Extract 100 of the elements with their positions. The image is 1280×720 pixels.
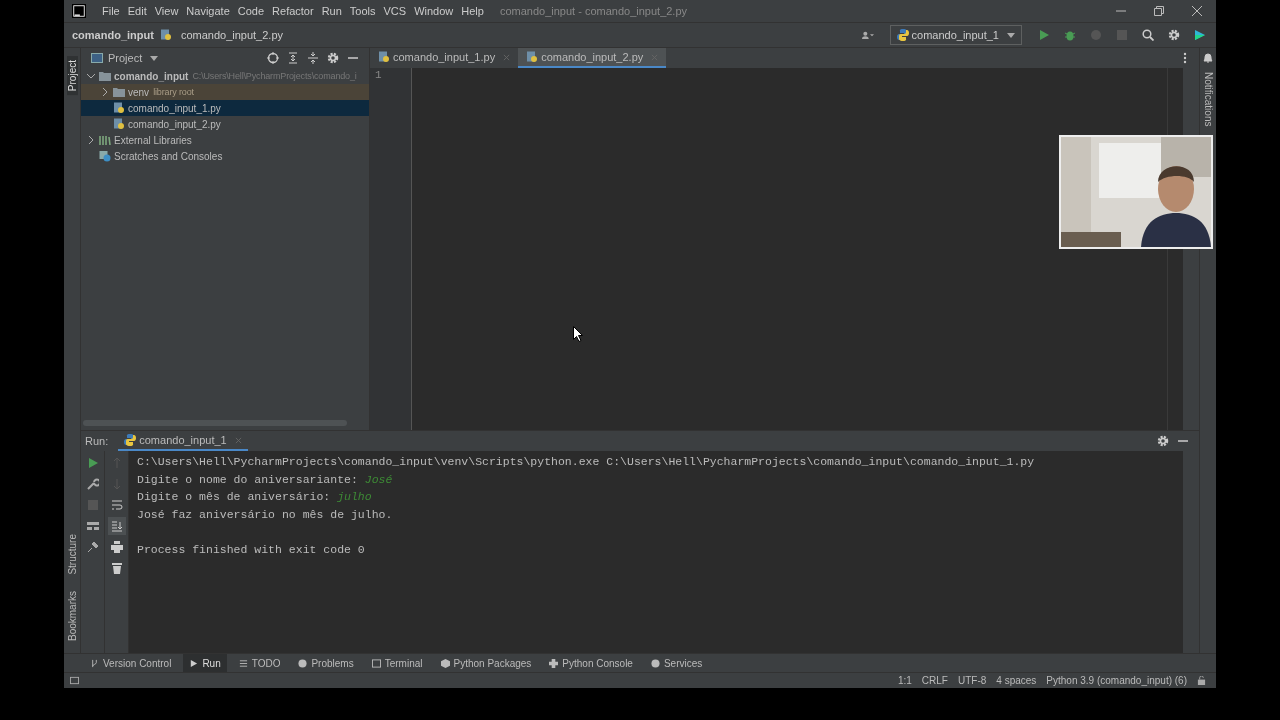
close-icon[interactable] [1192, 6, 1202, 16]
tool-window-tab[interactable]: TODO [232, 654, 287, 672]
run-icon[interactable] [1038, 29, 1050, 41]
wrap-icon[interactable] [110, 499, 123, 511]
cursor-icon [573, 326, 583, 342]
wrench-icon[interactable] [86, 478, 99, 490]
status-item[interactable]: CRLF [921, 675, 948, 686]
tree-item[interactable]: comando_input_2.py [81, 116, 369, 132]
collapse-all-icon[interactable] [307, 52, 319, 64]
panel-title: Run: [85, 435, 109, 447]
status-item[interactable]: Python 3.9 (comando_input) (6) [1046, 675, 1187, 686]
window-title: comando_input - comando_input_2.py [499, 5, 688, 17]
list-icon [238, 658, 248, 668]
tool-window-tab[interactable]: Services [644, 654, 709, 672]
caret-icon[interactable] [150, 55, 159, 61]
tool-window-label: Python Console [562, 657, 633, 669]
python-icon [124, 434, 137, 446]
tree-item[interactable]: comando_input C:\Users\Hell\PycharmProjects\comando_i [81, 68, 369, 84]
scratch-icon [99, 150, 111, 162]
tool-window-label: Python Packages [453, 657, 532, 669]
menu-item[interactable]: Window [410, 5, 458, 17]
menu-item[interactable]: View [150, 5, 183, 17]
status-item[interactable]: 1:1 [897, 675, 912, 686]
tool-window-label: Version Control [103, 657, 172, 669]
tool-window-tab[interactable]: Problems [292, 654, 360, 672]
folder-icon [113, 86, 125, 98]
lock-icon[interactable] [1197, 676, 1206, 685]
tool-window-button[interactable]: Project [66, 56, 78, 96]
trash-icon[interactable] [110, 562, 123, 574]
settings-icon[interactable] [1168, 29, 1180, 41]
tool-window-label: Services [663, 657, 703, 669]
settings-icon[interactable] [327, 52, 339, 64]
run-config-dropdown[interactable]: comando_input_1 [889, 25, 1022, 45]
folder-icon [99, 70, 111, 82]
menu-item[interactable]: Code [233, 5, 269, 17]
tool-window-tab[interactable]: Python Packages [434, 654, 538, 672]
tool-window-button[interactable]: Structure [66, 530, 78, 579]
tool-window-button[interactable]: Bookmarks [66, 587, 78, 645]
restore-icon[interactable] [1154, 6, 1164, 16]
print-icon[interactable] [110, 541, 123, 553]
python-file-icon [526, 51, 539, 63]
python-file-icon [113, 118, 125, 130]
tool-window-button[interactable]: Notifications [1202, 68, 1214, 131]
menu-item[interactable]: Help [457, 5, 488, 17]
tool-window-tab[interactable]: Terminal [365, 654, 429, 672]
tool-window-tab[interactable]: Python Console [543, 654, 639, 672]
bug-icon[interactable] [1064, 29, 1076, 41]
caret-icon [1007, 32, 1015, 38]
tree-item[interactable]: External Libraries [81, 132, 369, 148]
tree-item[interactable]: comando_input_1.py [81, 100, 369, 116]
menu-item[interactable]: Tools [345, 5, 380, 17]
scroll-to-end-icon[interactable] [110, 520, 123, 532]
tool-window-label: Problems [311, 657, 354, 669]
run-config-name: comando_input_1 [911, 29, 999, 41]
expand-all-icon[interactable] [287, 52, 299, 64]
python-file-icon [378, 51, 390, 63]
tab-label: comando_input_1.py [393, 51, 496, 63]
pin-icon[interactable] [86, 541, 99, 553]
tree-item[interactable]: Scratches and Consoles [81, 148, 369, 164]
python-file-icon [113, 102, 125, 114]
console-line: C:\Users\Hell\PycharmProjects\comando_input\venv\Scripts\python.exe C:\Users\Hell\PycharmProjects\comando_input\comando_input_1.py [137, 454, 1035, 470]
layout-icon[interactable] [70, 676, 79, 685]
plugin-logo-icon[interactable] [1194, 29, 1206, 41]
menu-item[interactable]: Run [317, 5, 346, 17]
editor-tab[interactable]: comando_input_2.py [518, 48, 667, 68]
menu-item[interactable]: Refactor [268, 5, 318, 17]
chevron-right-icon[interactable] [87, 136, 95, 144]
console-line: Process finished with exit code 0 [137, 541, 365, 558]
play-icon [189, 658, 199, 668]
search-icon[interactable] [1142, 29, 1154, 41]
window-icon [91, 52, 103, 64]
process-name: comando_input_1 [139, 434, 227, 446]
menu-item[interactable]: Navigate [182, 5, 234, 17]
breadcrumb-item[interactable]: comando_input_2.py [180, 29, 284, 41]
library-icon [99, 134, 111, 146]
locate-icon[interactable] [267, 52, 279, 64]
menu-item[interactable]: VCS [379, 5, 411, 17]
console-line: José faz aniversário no mês de julho. [137, 506, 393, 523]
status-item[interactable]: UTF-8 [958, 675, 987, 686]
settings-icon[interactable] [1157, 435, 1169, 447]
menu-item[interactable]: File [98, 5, 124, 17]
app-logo-icon [72, 4, 86, 18]
status-item[interactable]: 4 spaces [996, 675, 1037, 686]
panel-title[interactable]: Project [108, 52, 143, 64]
bell-icon[interactable] [1202, 52, 1214, 64]
tool-window-label: Run [202, 657, 221, 669]
breadcrumb-item[interactable]: comando_input [72, 29, 154, 41]
menu-item[interactable]: Edit [123, 5, 151, 17]
user-icon[interactable] [861, 29, 874, 41]
tool-window-tab[interactable]: Version Control [84, 654, 178, 672]
tool-window-tab[interactable]: Run [183, 654, 227, 672]
run-icon[interactable] [86, 457, 99, 469]
python-icon [896, 29, 909, 41]
chevron-down-icon[interactable] [87, 72, 95, 80]
tree-item[interactable]: venv library root [81, 84, 369, 100]
chevron-right-icon[interactable] [101, 88, 109, 96]
package-icon [440, 658, 450, 668]
layout-icon[interactable] [86, 520, 99, 532]
editor-tab[interactable]: comando_input_1.py [370, 48, 519, 68]
console-line: Digite o mês de aniversário: julho [137, 489, 372, 506]
